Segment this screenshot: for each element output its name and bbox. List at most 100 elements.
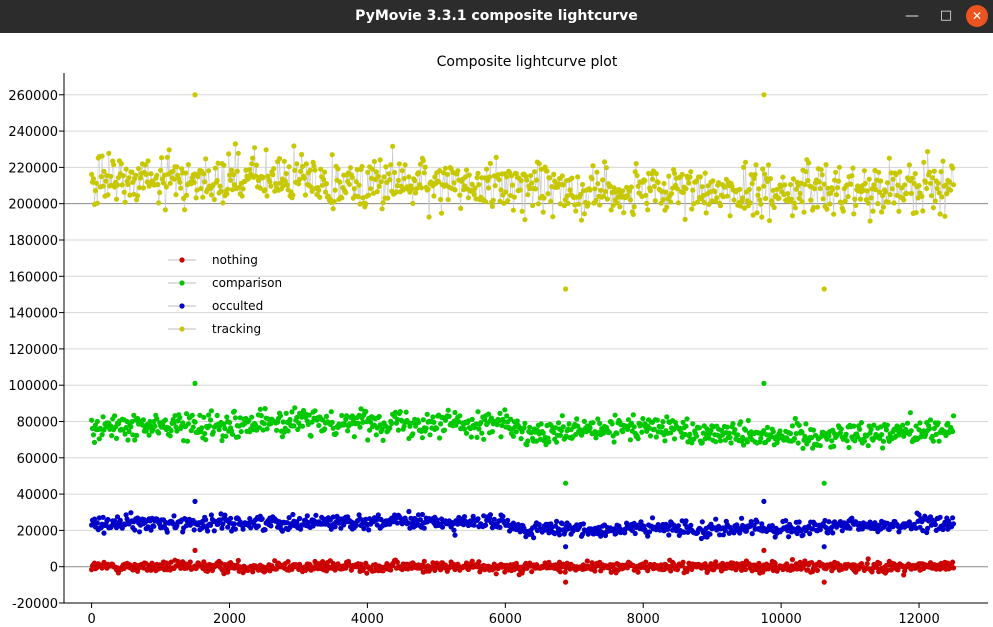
point-nothing [187,559,193,565]
point-tracking [799,199,805,205]
point-comparison [177,415,183,421]
point-tracking [343,190,349,196]
point-tracking [868,195,874,201]
point-tracking [759,214,765,220]
point-tracking [476,182,482,188]
point-tracking [211,196,217,203]
point-tracking [545,191,551,197]
point-tracking [145,158,151,164]
point-comparison [880,445,886,451]
point-nothing [772,560,778,567]
point-tracking [401,176,407,182]
minimize-icon[interactable]: — [900,5,924,27]
point-tracking [171,176,177,182]
point-tracking [931,168,937,174]
point-tracking [870,208,876,214]
maximize-icon[interactable]: □ [934,5,958,27]
point-tracking [578,217,585,223]
point-tracking [121,189,127,195]
point-comparison [322,426,328,432]
point-tracking [925,149,931,155]
point-tracking [824,206,830,212]
point-tracking [366,192,372,198]
point-nothing [865,556,871,562]
point-tracking [162,207,168,213]
point-comparison [112,413,118,419]
point-tracking [178,185,184,191]
point-comparison [803,421,809,427]
point-tracking [621,210,627,216]
point-comparison [437,435,443,441]
point-tracking [455,168,461,174]
point-occulted [219,525,225,531]
point-occulted [500,513,506,519]
point-comparison [745,417,751,424]
point-occulted [94,520,100,526]
point-occulted [262,527,268,533]
point-tracking [785,191,791,197]
point-occulted [761,498,767,504]
point-tracking [498,187,504,193]
point-tracking [819,172,825,178]
point-occulted [783,518,789,524]
point-tracking [346,181,353,187]
point-comparison [908,428,914,434]
point-comparison [630,412,636,418]
point-tracking [811,186,818,192]
point-comparison [152,423,158,429]
point-tracking [381,174,387,180]
point-comparison [732,427,738,433]
point-tracking [442,165,448,171]
point-comparison [113,435,120,441]
point-tracking [250,155,256,161]
point-comparison [100,414,106,420]
point-tracking [298,168,304,174]
point-nothing [877,560,883,567]
point-tracking [948,187,954,193]
point-tracking [438,210,445,216]
point-comparison [479,430,485,436]
point-occulted [231,521,237,527]
point-comparison [851,423,857,429]
point-comparison [796,422,802,428]
point-tracking [740,195,746,201]
point-comparison [258,413,264,419]
point-tracking [94,200,100,206]
point-occulted [713,516,719,522]
point-tracking [135,193,141,199]
point-tracking [806,160,812,166]
point-comparison [659,424,665,430]
point-tracking [890,176,896,182]
point-tracking [823,162,829,168]
point-tracking [108,173,114,179]
point-tracking [857,196,864,202]
point-comparison [231,408,237,414]
composite-lightcurve-chart[interactable]: Composite lightcurve plot -2000002000040… [0,33,993,627]
point-comparison [363,408,369,415]
point-comparison [395,427,401,433]
plot-area[interactable]: Composite lightcurve plot -20000 0 20000 40… [0,33,993,627]
close-icon[interactable]: ✕ [966,5,988,27]
point-tracking [675,200,682,206]
point-comparison [821,480,827,486]
point-occulted [554,518,560,524]
point-tracking [669,191,675,197]
point-tracking [220,200,226,206]
y-tick-label: 220000 [8,161,58,176]
point-nothing [821,579,827,585]
point-tracking [174,164,180,170]
point-comparison [214,412,220,419]
point-comparison [476,426,482,432]
point-tracking [876,169,882,175]
y-tick-label: 100000 [8,379,58,394]
point-comparison [522,420,528,426]
point-nothing [388,567,394,573]
point-tracking [329,152,335,158]
point-comparison [527,424,533,430]
point-comparison [287,416,293,423]
point-comparison [730,421,736,427]
point-tracking [312,167,318,173]
point-comparison [713,439,719,445]
point-tracking [177,179,183,185]
point-tracking [821,181,827,187]
